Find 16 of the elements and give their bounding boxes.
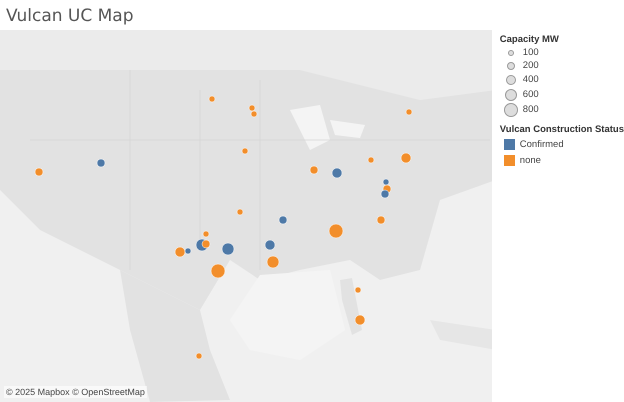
size-circle-icon bbox=[506, 62, 515, 70]
dashboard-title: Vulcan UC Map bbox=[5, 5, 135, 28]
map-attribution: © 2025 Mapbox © OpenStreetMap bbox=[4, 386, 147, 398]
legend-title: Capacity MW bbox=[500, 34, 560, 45]
legend-label: none bbox=[520, 154, 541, 166]
legend-label: Confirmed bbox=[520, 138, 564, 150]
size-circle-icon bbox=[506, 74, 516, 84]
size-circle-icon bbox=[508, 50, 514, 56]
legend-label: 200 bbox=[522, 60, 539, 71]
size-circle-icon bbox=[504, 102, 518, 116]
legend-label: 800 bbox=[522, 104, 539, 115]
legend-label: 400 bbox=[522, 74, 539, 85]
legend-title: Vulcan Construction Status bbox=[500, 124, 624, 135]
legend-label: 100 bbox=[522, 47, 539, 58]
legend-label: 600 bbox=[522, 89, 539, 100]
size-circle-icon bbox=[504, 88, 517, 100]
